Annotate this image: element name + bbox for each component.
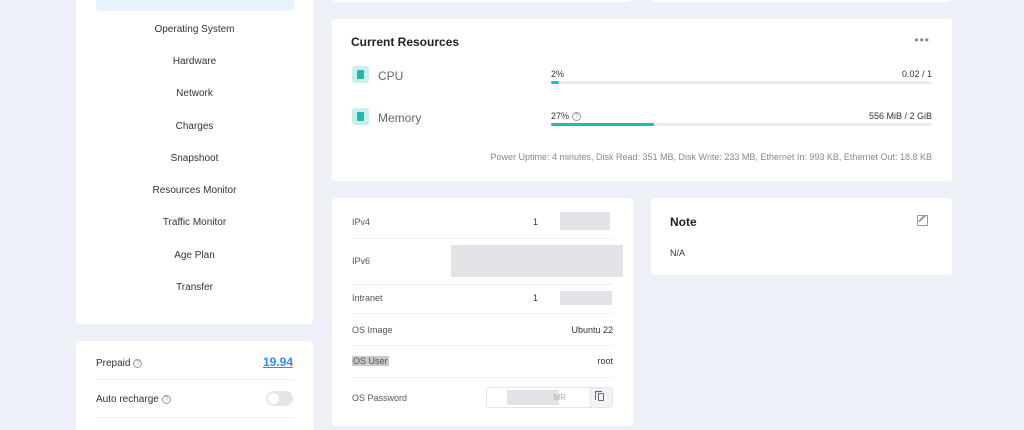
current-resources-panel: Current Resources ••• CPU 2% 0.02 / 1 Me… [332, 19, 952, 181]
ipv4-value[interactable]: 1 [533, 217, 538, 227]
divider [96, 417, 294, 418]
redacted-block [560, 291, 612, 305]
os-image-label: OS Image [352, 325, 393, 335]
nav-item-transfer[interactable]: Transfer [76, 281, 313, 295]
os-user-label: OS User [352, 356, 389, 366]
cpu-bar-fill [551, 81, 559, 84]
os-password-label: OS Password [352, 393, 408, 403]
memory-bar-fill [551, 123, 654, 126]
memory-value: 556 MiB / 2 GiB [868, 111, 932, 121]
edit-icon[interactable] [917, 215, 928, 226]
nav-item-resources-monitor[interactable]: Resources Monitor [76, 184, 313, 198]
detail-nav-panel: Operating System Hardware Network Charge… [76, 0, 313, 324]
note-text: N/A [670, 248, 686, 258]
nav-item-charges[interactable]: Charges [76, 120, 313, 134]
auto-recharge-label: Auto recharge? [96, 393, 171, 407]
resources-title: Current Resources [351, 35, 460, 49]
help-icon[interactable]: ? [572, 112, 582, 121]
card-top-right [651, 0, 951, 2]
ipv4-label: IPv4 [352, 217, 371, 227]
os-password-text: MR [553, 393, 566, 402]
nav-item-overview-active[interactable] [96, 0, 294, 11]
help-icon[interactable]: ? [133, 359, 143, 368]
intranet-value[interactable]: 1 [533, 293, 538, 303]
nav-item-hardware[interactable]: Hardware [76, 55, 313, 69]
note-panel: Note N/A [651, 198, 952, 275]
redacted-block [560, 212, 610, 230]
redacted-block [507, 390, 559, 405]
divider [352, 345, 613, 346]
nav-item-operating-system[interactable]: Operating System [76, 23, 313, 37]
os-image-value: Ubuntu 22 [571, 325, 613, 335]
divider [352, 284, 613, 285]
cpu-label: CPU [378, 69, 404, 83]
copy-icon [595, 391, 604, 401]
divider [352, 377, 613, 378]
divider [352, 238, 613, 239]
more-icon[interactable]: ••• [914, 33, 930, 47]
nav-item-age-plan[interactable]: Age Plan [76, 249, 313, 263]
help-icon[interactable]: ? [161, 395, 171, 404]
prepaid-value-link[interactable]: 19.94 [263, 355, 293, 369]
cpu-percent: 2% [551, 69, 565, 79]
divider [96, 379, 294, 380]
copy-password-button[interactable] [590, 388, 612, 407]
ipv6-label: IPv6 [352, 256, 371, 266]
cpu-icon [352, 66, 369, 83]
intranet-label: Intranet [352, 293, 383, 303]
cpu-bar-track [551, 81, 932, 84]
os-password-field[interactable]: MR [486, 387, 613, 408]
note-title: Note [670, 215, 697, 229]
memory-bar-track [551, 123, 932, 126]
billing-panel: Prepaid? 19.94 Auto recharge? [76, 341, 313, 430]
redacted-block [451, 245, 623, 277]
memory-percent: 27%? [551, 111, 582, 121]
nav-item-snapshoot[interactable]: Snapshoot [76, 152, 313, 166]
nav-item-network[interactable]: Network [76, 87, 313, 101]
uptime-stats: Power Uptime: 4 minutes, Disk Read: 351 … [490, 152, 932, 162]
memory-label: Memory [378, 111, 422, 125]
prepaid-label: Prepaid? [96, 357, 143, 371]
auto-recharge-toggle[interactable] [266, 391, 293, 406]
cpu-value: 0.02 / 1 [901, 69, 932, 79]
os-user-value: root [597, 356, 613, 366]
divider [352, 313, 613, 314]
instance-info-panel: IPv4 1 IPv6 Intranet 1 OS Image Ubuntu 2… [332, 198, 633, 426]
card-top-left [332, 0, 632, 2]
memory-icon [352, 108, 369, 125]
nav-item-traffic-monitor[interactable]: Traffic Monitor [76, 216, 313, 230]
